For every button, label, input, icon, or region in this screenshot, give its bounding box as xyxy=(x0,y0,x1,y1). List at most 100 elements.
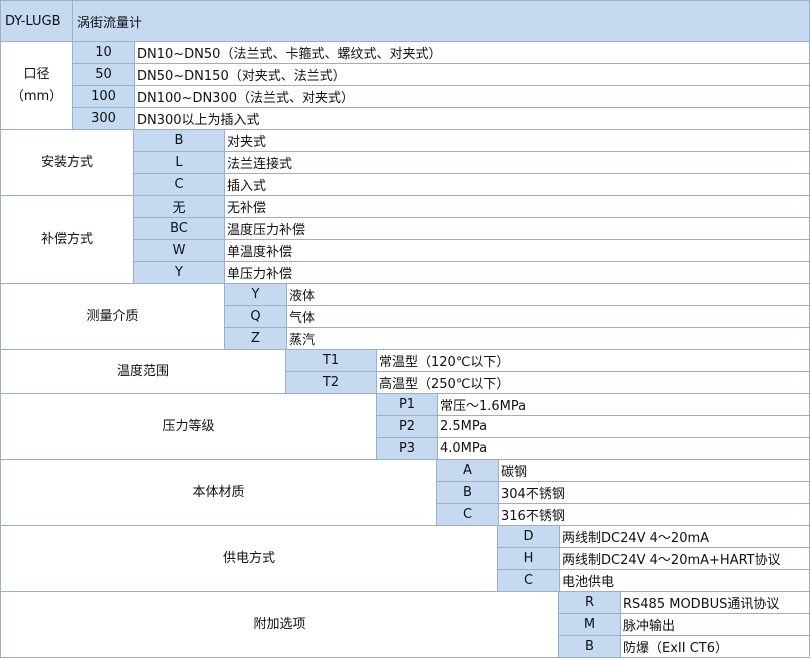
option-code: Z xyxy=(251,331,260,346)
option-description-cell: 电池供电 xyxy=(560,570,810,592)
option-code-cell: C xyxy=(498,570,560,592)
option-code-cell: Y xyxy=(134,262,225,284)
header-title: 涡街流量计 xyxy=(77,15,143,31)
option-code-cell: T1 xyxy=(286,350,377,372)
option-description: 碳钢 xyxy=(501,465,528,480)
option-code-cell: R xyxy=(559,592,621,614)
option-description: 4.0MPa xyxy=(440,441,488,456)
option-code-cell: 10 xyxy=(73,42,135,64)
option-code: D xyxy=(523,529,534,544)
option-description: 高温型（250℃以下） xyxy=(379,377,510,392)
option-code-cell: M xyxy=(559,614,621,636)
category-label: 口径 xyxy=(23,66,50,82)
header-model: DY-LUGB xyxy=(5,13,61,29)
option-description-cell: 两线制DC24V 4～20mA xyxy=(560,526,810,548)
option-code-cell: C xyxy=(437,504,499,526)
category-cell: 本体材质 xyxy=(0,460,437,526)
option-description-cell: DN100~DN300（法兰式、对夹式） xyxy=(135,86,810,108)
option-description: 法兰连接式 xyxy=(227,157,293,172)
option-description: 两线制DC24V 4～20mA+HART协议 xyxy=(562,553,781,568)
option-code-cell: B xyxy=(134,130,225,152)
option-code: T1 xyxy=(322,353,340,368)
option-description: 气体 xyxy=(289,311,316,326)
option-description: RS485 MODBUS通讯协议 xyxy=(623,597,780,612)
category-label: （mm） xyxy=(10,88,63,104)
option-description-cell: 两线制DC24V 4～20mA+HART协议 xyxy=(560,548,810,570)
option-description: 316不锈钢 xyxy=(501,509,565,524)
option-description-cell: DN50~DN150（对夹式、法兰式） xyxy=(135,64,810,86)
option-description-cell: 高温型（250℃以下） xyxy=(377,372,810,394)
option-description: 蒸汽 xyxy=(289,333,316,348)
header-model-cell: DY-LUGB xyxy=(0,0,73,42)
category-label: 附加选项 xyxy=(253,616,306,632)
category-cell: 补偿方式 xyxy=(0,196,134,284)
category-cell: 附加选项 xyxy=(0,592,559,658)
option-code: T2 xyxy=(322,375,340,390)
option-code-cell: 无 xyxy=(134,196,225,218)
option-code: B xyxy=(585,639,594,654)
option-code-cell: L xyxy=(134,152,225,174)
option-code: 无 xyxy=(172,201,186,216)
option-description-cell: 无补偿 xyxy=(225,196,810,218)
category-label: 供电方式 xyxy=(222,550,275,566)
option-description: DN10~DN50（法兰式、卡箍式、螺纹式、对夹式） xyxy=(137,47,442,62)
option-description: 电池供电 xyxy=(562,575,615,590)
header-title-cell: 涡街流量计 xyxy=(73,0,810,42)
option-description-cell: DN10~DN50（法兰式、卡箍式、螺纹式、对夹式） xyxy=(135,42,810,64)
option-description-cell: 气体 xyxy=(287,306,810,328)
category-label: 压力等级 xyxy=(162,418,215,434)
option-code-cell: P3 xyxy=(377,438,438,460)
option-description-cell: 常压～1.6MPa xyxy=(438,394,810,416)
category-label: 补偿方式 xyxy=(40,231,93,247)
option-code-cell: B xyxy=(559,636,621,658)
option-description: DN100~DN300（法兰式、对夹式） xyxy=(137,91,354,106)
option-description-cell: 温度压力补偿 xyxy=(225,218,810,240)
option-code: Y xyxy=(175,265,183,280)
category-label: 测量介质 xyxy=(86,308,139,324)
option-description-cell: 常温型（120℃以下） xyxy=(377,350,810,372)
option-code-cell: D xyxy=(498,526,560,548)
option-description-cell: 液体 xyxy=(287,284,810,306)
option-description: 插入式 xyxy=(227,179,267,194)
option-description-cell: DN300以上为插入式 xyxy=(135,108,810,130)
option-description: 两线制DC24V 4～20mA xyxy=(562,531,710,546)
option-code-cell: 50 xyxy=(73,64,135,86)
option-code: 50 xyxy=(95,67,112,82)
category-label: 安装方式 xyxy=(40,154,93,170)
option-description-cell: RS485 MODBUS通讯协议 xyxy=(621,592,810,614)
option-description: 常压～1.6MPa xyxy=(440,399,527,414)
option-code: 300 xyxy=(91,111,116,126)
option-code: BC xyxy=(170,221,188,236)
option-code-cell: T2 xyxy=(286,372,377,394)
option-description: 304不锈钢 xyxy=(501,487,565,502)
option-code-cell: BC xyxy=(134,218,225,240)
option-description: 常温型（120℃以下） xyxy=(379,355,510,370)
option-description-cell: 单压力补偿 xyxy=(225,262,810,284)
option-code: 100 xyxy=(91,89,116,104)
option-description-cell: 脉冲输出 xyxy=(621,614,810,636)
option-code-cell: Z xyxy=(225,328,287,350)
option-description: DN300以上为插入式 xyxy=(137,113,260,128)
option-code: R xyxy=(584,595,595,610)
selection-table: DY-LUGB 涡街流量计 口径 （mm） 10 DN10~DN50（法兰式、卡箍式、… xyxy=(0,0,810,659)
option-description: 2.5MPa xyxy=(440,419,488,434)
option-code-cell: P2 xyxy=(377,416,438,438)
category-cell: 压力等级 xyxy=(0,394,377,460)
option-code: Q xyxy=(250,309,261,324)
category-cell: 温度范围 xyxy=(0,350,286,394)
option-code: B xyxy=(463,485,472,500)
option-code-cell: 100 xyxy=(73,86,135,108)
option-code-cell: A xyxy=(437,460,499,482)
option-description-cell: 对夹式 xyxy=(225,130,810,152)
option-description-cell: 2.5MPa xyxy=(438,416,810,438)
option-code: B xyxy=(174,133,184,148)
option-description: DN50~DN150（对夹式、法兰式） xyxy=(137,69,346,84)
option-description: 温度压力补偿 xyxy=(227,223,306,238)
option-description-cell: 4.0MPa xyxy=(438,438,810,460)
option-code-cell: P1 xyxy=(377,394,438,416)
category-cell: 口径 （mm） xyxy=(0,42,73,130)
option-code: C xyxy=(523,573,534,588)
option-description: 单压力补偿 xyxy=(227,267,293,282)
option-code-cell: Q xyxy=(225,306,287,328)
option-code: P3 xyxy=(398,441,416,456)
